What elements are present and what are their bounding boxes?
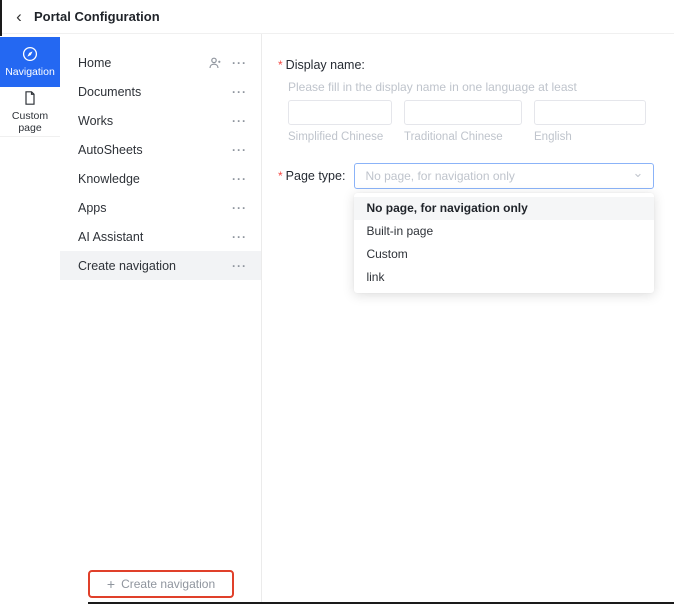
nav-item-apps[interactable]: Apps ···	[60, 193, 261, 222]
input-caption: Traditional Chinese	[404, 131, 503, 143]
english-input[interactable]	[534, 100, 646, 125]
input-group-traditional-chinese: Traditional Chinese	[404, 100, 522, 143]
page-icon	[25, 90, 35, 105]
nav-item-label: Home	[78, 55, 112, 70]
display-name-label-row: * Display name:	[278, 56, 674, 74]
display-name-label: Display name:	[285, 58, 365, 72]
page-title: Portal Configuration	[34, 9, 160, 24]
page-type-selected-value: No page, for navigation only	[365, 169, 515, 183]
dropdown-option-no-page[interactable]: No page, for navigation only	[354, 197, 655, 220]
rail-item-custom-page[interactable]: Custom page	[0, 87, 60, 137]
display-name-inputs: Simplified Chinese Traditional Chinese E…	[288, 100, 674, 143]
input-caption: Simplified Chinese	[288, 131, 384, 143]
back-icon[interactable]: ‹	[10, 8, 28, 25]
left-rail: Navigation Custom page	[0, 34, 60, 604]
nav-item-label: Documents	[78, 84, 142, 99]
compass-icon	[22, 46, 38, 62]
dropdown-option-custom[interactable]: Custom	[354, 243, 654, 266]
more-icon[interactable]: ···	[232, 172, 247, 186]
rail-item-label: Navigation	[5, 66, 55, 78]
more-icon[interactable]: ···	[232, 259, 247, 273]
create-navigation-button-label: Create navigation	[121, 577, 216, 591]
nav-item-label: Create navigation	[78, 258, 176, 273]
plus-icon: +	[106, 576, 116, 592]
nav-item-knowledge[interactable]: Knowledge ···	[60, 164, 261, 193]
nav-item-label: AutoSheets	[78, 142, 143, 157]
window-edge-left	[0, 0, 2, 36]
portal-configuration-window: ‹ Portal Configuration Navigation Custom…	[0, 0, 674, 604]
required-mark: *	[278, 58, 283, 72]
share-member-icon[interactable]	[208, 56, 222, 70]
input-caption: English	[534, 131, 572, 143]
dropdown-option-built-in-page[interactable]: Built-in page	[354, 220, 654, 243]
navigation-list: Home ··· Documents ··· Works ··· AutoShe…	[60, 34, 262, 604]
nav-item-create-navigation[interactable]: Create navigation ···	[60, 251, 261, 280]
highlight-annotation: + Create navigation	[87, 570, 235, 598]
chevron-down-icon: ⌄	[632, 164, 644, 180]
input-group-english: English	[534, 100, 646, 143]
required-mark: *	[278, 169, 283, 183]
create-navigation-area: + Create navigation	[60, 570, 262, 598]
more-icon[interactable]: ···	[232, 56, 247, 70]
more-icon[interactable]: ···	[232, 143, 247, 157]
nav-item-ai-assistant[interactable]: AI Assistant ···	[60, 222, 261, 251]
nav-item-label: Works	[78, 113, 114, 128]
nav-item-documents[interactable]: Documents ···	[60, 77, 261, 106]
simplified-chinese-input[interactable]	[288, 100, 392, 125]
more-icon[interactable]: ···	[232, 230, 247, 244]
page-type-label: Page type:	[285, 169, 346, 183]
page-type-row: * Page type: No page, for navigation only…	[278, 163, 674, 293]
nav-item-label: Knowledge	[78, 171, 140, 186]
header: ‹ Portal Configuration	[0, 0, 674, 34]
rail-item-navigation[interactable]: Navigation	[0, 37, 60, 87]
more-icon[interactable]: ···	[232, 85, 247, 99]
more-icon[interactable]: ···	[232, 201, 247, 215]
input-group-simplified-chinese: Simplified Chinese	[288, 100, 392, 143]
nav-item-works[interactable]: Works ···	[60, 106, 261, 135]
nav-item-label: AI Assistant	[78, 229, 144, 244]
form-panel: * Display name: Please fill in the displa…	[262, 34, 674, 604]
more-icon[interactable]: ···	[232, 114, 247, 128]
page-type-label-wrap: * Page type:	[278, 163, 345, 189]
page-type-select[interactable]: No page, for navigation only ⌄	[354, 163, 655, 189]
dropdown-option-link[interactable]: link	[354, 266, 654, 289]
page-type-dropdown: No page, for navigation only Built-in pa…	[354, 193, 655, 293]
nav-item-autosheets[interactable]: AutoSheets ···	[60, 135, 261, 164]
traditional-chinese-input[interactable]	[404, 100, 522, 125]
page-type-select-wrap: No page, for navigation only ⌄ No page, …	[354, 163, 655, 293]
nav-item-home[interactable]: Home ···	[60, 48, 261, 77]
rail-item-label: Custom page	[11, 109, 49, 134]
nav-item-label: Apps	[78, 200, 107, 215]
display-name-hint: Please fill in the display name in one l…	[288, 80, 577, 94]
create-navigation-button[interactable]: + Create navigation	[90, 573, 232, 595]
